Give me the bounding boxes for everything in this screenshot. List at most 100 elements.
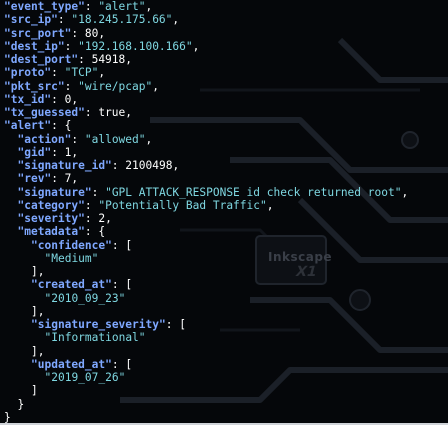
- json-line: "dest_ip": "192.168.100.166",: [4, 40, 199, 53]
- json-line: "created_at": [: [31, 278, 132, 291]
- json-comma: ,: [172, 13, 180, 27]
- json-string-value: "Informational": [44, 331, 146, 345]
- json-line: "signature_severity": [: [31, 318, 186, 331]
- json-comma: ,: [71, 92, 79, 106]
- json-key: "gid": [17, 145, 52, 159]
- json-value: ]: [31, 384, 38, 398]
- json-separator: :: [84, 0, 99, 13]
- json-line: "alert": {: [4, 119, 71, 132]
- json-separator: :: [91, 185, 106, 199]
- json-value: }: [4, 410, 11, 424]
- json-key: "updated_at": [31, 357, 112, 371]
- json-value: ],: [31, 344, 45, 358]
- json-string-value: "wire/pcap": [78, 79, 153, 93]
- json-key: "dest_ip": [4, 39, 65, 53]
- json-separator: :: [51, 145, 65, 159]
- json-value: 54918: [91, 53, 126, 66]
- json-separator: :: [51, 119, 65, 133]
- json-key: "action": [17, 132, 72, 146]
- json-line: ]: [31, 384, 38, 397]
- json-string-value: "192.168.100.166": [78, 39, 193, 53]
- json-value: 2100498: [125, 159, 173, 172]
- json-value: ],: [31, 265, 45, 278]
- json-separator: :: [111, 278, 126, 292]
- json-value: [: [125, 357, 133, 371]
- json-comma: ,: [71, 145, 79, 159]
- json-separator: :: [71, 132, 85, 146]
- json-separator: :: [78, 53, 92, 66]
- json-line: "event_type": "alert",: [4, 0, 152, 13]
- terminal-output: "event_type": "alert", "src_ip": "18.245.…: [0, 0, 448, 425]
- json-string-value: "alert": [98, 0, 146, 13]
- json-key: "metadata": [17, 225, 85, 239]
- json-key: "signature_severity": [31, 318, 166, 331]
- json-comma: ,: [71, 172, 79, 186]
- json-key: "created_at": [31, 278, 112, 292]
- json-line: "src_port": 80,: [4, 27, 105, 40]
- json-separator: :: [111, 238, 126, 252]
- json-value: }: [17, 397, 25, 411]
- json-line: "confidence": [: [31, 239, 132, 252]
- json-comma: ,: [152, 79, 159, 93]
- json-key: "dest_port": [4, 53, 79, 66]
- json-line: "tx_guessed": true,: [4, 106, 132, 119]
- json-value: [: [125, 278, 133, 292]
- json-separator: :: [84, 198, 99, 212]
- json-comma: ,: [125, 53, 133, 66]
- json-string-value: "2010_09_23": [44, 291, 126, 305]
- json-string-value: "Medium": [44, 251, 99, 265]
- json-key: "confidence": [31, 238, 112, 252]
- json-key: "alert": [4, 119, 52, 133]
- json-key: "src_port": [4, 26, 72, 40]
- json-value: ],: [31, 304, 45, 318]
- json-separator: :: [51, 92, 65, 106]
- json-comma: ,: [145, 0, 153, 13]
- json-key: "tx_id": [4, 92, 52, 106]
- json-comma: ,: [145, 132, 153, 146]
- json-separator: :: [71, 26, 85, 40]
- json-line: }: [4, 411, 11, 424]
- json-value: [: [179, 318, 186, 331]
- json-comma: ,: [98, 66, 106, 80]
- json-comma: ,: [98, 26, 106, 40]
- json-string-value: "18.245.175.66": [71, 13, 173, 27]
- json-separator: :: [84, 212, 99, 225]
- json-line: "src_ip": "18.245.175.66",: [4, 13, 179, 26]
- json-line: "2010_09_23": [45, 292, 126, 305]
- json-separator: :: [165, 318, 180, 331]
- json-value: {: [98, 225, 106, 239]
- json-separator: :: [51, 172, 65, 186]
- json-separator: :: [51, 66, 65, 80]
- json-value: {: [64, 119, 72, 133]
- json-key: "proto": [4, 66, 52, 80]
- json-value: [: [125, 238, 133, 252]
- json-separator: :: [84, 225, 99, 239]
- json-value: true: [98, 106, 126, 119]
- json-line: ],: [31, 345, 44, 358]
- json-key: "src_ip": [4, 13, 58, 27]
- json-line: "dest_port": 54918,: [4, 53, 132, 66]
- json-line: "action": "allowed",: [18, 133, 153, 146]
- json-line: ],: [31, 305, 44, 318]
- json-key: "pkt_src": [4, 79, 65, 93]
- json-line: "severity": 2,: [18, 212, 112, 225]
- json-comma: ,: [192, 39, 200, 53]
- json-line: "gid": 1,: [18, 146, 79, 159]
- json-separator: :: [111, 159, 126, 172]
- json-line: "category": "Potentially Bad Traffic",: [18, 199, 274, 212]
- json-line: "rev": 7,: [18, 172, 79, 185]
- json-string-value: "2019_07_26": [44, 371, 126, 384]
- json-comma: ,: [401, 185, 409, 199]
- json-key: "rev": [17, 172, 52, 186]
- json-separator: :: [64, 79, 79, 93]
- json-line: "updated_at": [: [31, 358, 132, 371]
- json-line: ],: [31, 265, 44, 278]
- json-string-value: "GPL ATTACK_RESPONSE id check returned r…: [105, 185, 402, 199]
- json-line: "Medium": [45, 252, 99, 265]
- json-line: "pkt_src": "wire/pcap",: [4, 80, 159, 93]
- json-line: "tx_id": 0,: [4, 93, 78, 106]
- json-comma: ,: [105, 212, 112, 225]
- json-comma: ,: [266, 198, 274, 212]
- json-key: "signature": [17, 185, 92, 199]
- json-string-value: "Potentially Bad Traffic": [98, 198, 267, 212]
